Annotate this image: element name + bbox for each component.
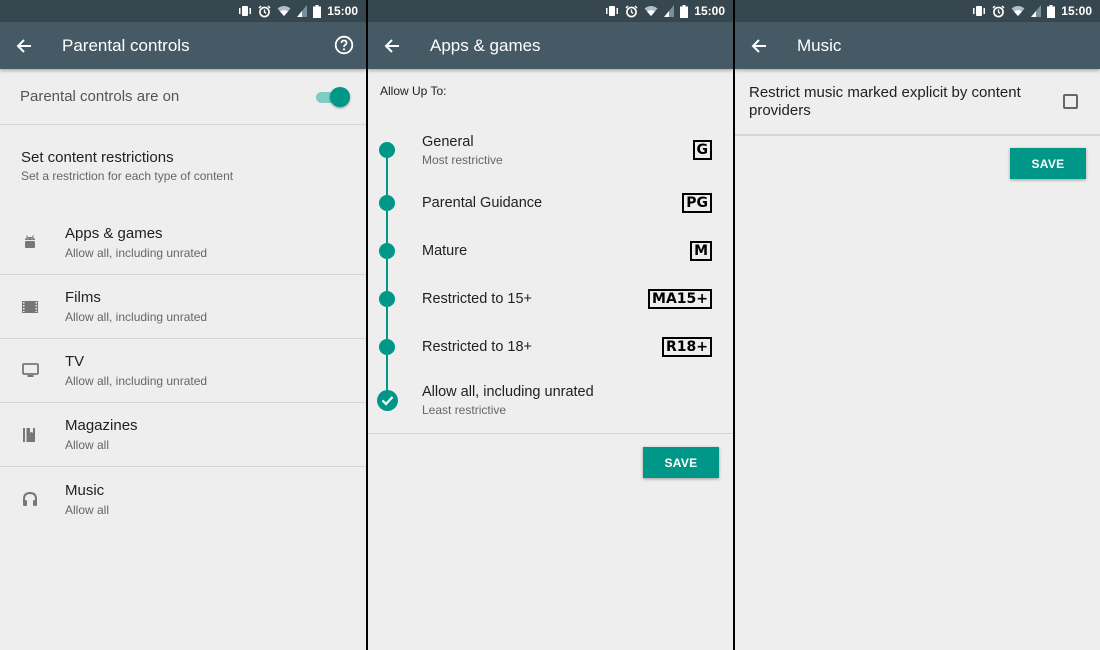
arrow-back-icon (751, 38, 766, 53)
category-apps-games[interactable]: Apps & games Allow all, including unrated (0, 211, 366, 275)
category-tv[interactable]: TV Allow all, including unrated (0, 339, 366, 403)
rating-label: Restricted to 18+ (422, 339, 533, 355)
rating-label: Allow all, including unrated (422, 383, 594, 400)
section-title: Set content restrictions (21, 149, 174, 166)
apps-games-screen: 15:00 Apps & games Allow Up To: General M… (368, 0, 733, 650)
battery-icon (1047, 4, 1056, 18)
rating-badge: MA15+ (648, 289, 712, 309)
category-label: Music (65, 481, 105, 499)
page-title: Parental controls (62, 35, 190, 55)
rating-dot (379, 243, 395, 259)
category-list: Apps & games Allow all, including unrated… (0, 211, 366, 531)
app-bar: Apps & games (368, 22, 733, 69)
headphones-icon (23, 491, 37, 506)
rating-mature[interactable]: Mature M (368, 227, 733, 275)
category-label: TV (65, 353, 85, 370)
selected-check-icon (377, 389, 398, 411)
category-label: Films (65, 289, 101, 306)
status-bar: 15:00 (368, 0, 733, 22)
android-icon (25, 234, 35, 248)
rating-label: Mature (422, 243, 468, 259)
arrow-back-icon (16, 38, 31, 53)
signal-icon (1031, 5, 1042, 17)
rating-dot (379, 291, 395, 307)
wifi-icon (644, 5, 658, 17)
switch-thumb (330, 86, 350, 107)
status-bar: 15:00 (0, 0, 366, 22)
category-value: Allow all (65, 438, 110, 452)
category-value: Allow all (65, 502, 110, 517)
alarm-icon (258, 4, 271, 18)
clock: 15:00 (1061, 4, 1092, 18)
back-button[interactable] (368, 22, 416, 69)
explicit-checkbox[interactable] (1063, 94, 1078, 109)
tv-icon (22, 363, 39, 377)
rating-dot (379, 195, 395, 211)
category-label: Magazines (65, 417, 138, 434)
category-music[interactable]: Music Allow all (0, 467, 366, 531)
page-title: Music (797, 35, 842, 55)
vibrate-icon (972, 5, 986, 17)
parental-controls-screen: 15:00 Parental controls Parental control… (0, 0, 366, 650)
music-screen: 15:00 Music Restrict music marked explic… (735, 0, 1100, 650)
rating-list: General Most restrictive G Parental Guida… (368, 121, 733, 429)
clock: 15:00 (694, 4, 725, 18)
rating-label: General (422, 133, 474, 150)
help-button[interactable] (334, 35, 354, 60)
rating-sub: Most restrictive (422, 152, 503, 167)
back-button[interactable] (735, 22, 783, 69)
rating-general[interactable]: General Most restrictive G (368, 121, 733, 179)
rating-parental-guidance[interactable]: Parental Guidance PG (368, 179, 733, 227)
save-button[interactable]: SAVE (643, 447, 719, 478)
toggle-label: Parental controls are on (20, 88, 180, 105)
app-bar: Music (735, 22, 1100, 69)
rating-restricted-18[interactable]: Restricted to 18+ R18+ (368, 323, 733, 371)
battery-icon (680, 4, 689, 18)
rating-badge: M (690, 241, 712, 261)
category-value: Allow all, including unrated (65, 374, 208, 388)
clock: 15:00 (327, 4, 358, 18)
allow-up-to-label: Allow Up To: (380, 84, 447, 98)
wifi-icon (277, 5, 291, 17)
parental-controls-toggle-row: Parental controls are on (0, 69, 366, 125)
category-magazines[interactable]: Magazines Allow all (0, 403, 366, 467)
alarm-icon (625, 4, 638, 18)
back-button[interactable] (0, 22, 48, 69)
section-subtitle: Set a restriction for each type of conte… (21, 169, 234, 183)
arrow-back-icon (384, 38, 399, 53)
wifi-icon (1011, 5, 1025, 17)
battery-icon (313, 4, 322, 18)
alarm-icon (992, 4, 1005, 18)
signal-icon (664, 5, 675, 17)
rating-label: Restricted to 15+ (422, 291, 533, 307)
vibrate-icon (605, 5, 619, 17)
signal-icon (297, 5, 308, 17)
category-value: Allow all, including unrated (65, 246, 208, 260)
rating-badge: R18+ (662, 337, 712, 357)
app-bar: Parental controls (0, 22, 366, 69)
help-circle-icon (334, 35, 354, 55)
film-icon (22, 300, 38, 313)
rating-badge: PG (682, 193, 712, 213)
content-restrictions-header: Set content restrictions Set a restricti… (0, 125, 366, 211)
page-title: Apps & games (430, 35, 541, 55)
vibrate-icon (238, 5, 252, 17)
rating-badge: G (692, 140, 712, 160)
category-films[interactable]: Films Allow all, including unrated (0, 275, 366, 339)
rating-restricted-15[interactable]: Restricted to 15+ MA15+ (368, 275, 733, 323)
rating-dot (379, 142, 395, 158)
category-value: Allow all, including unrated (65, 310, 208, 324)
rating-label: Parental Guidance (422, 195, 543, 211)
save-button[interactable]: SAVE (1010, 148, 1086, 179)
explicit-label: Restrict music marked explicit by conten… (749, 83, 1021, 119)
magazine-icon (23, 427, 35, 442)
rating-dot (379, 339, 395, 355)
parental-controls-switch[interactable] (316, 86, 350, 107)
category-label: Apps & games (65, 225, 163, 242)
status-bar: 15:00 (735, 0, 1100, 22)
explicit-restriction-row: Restrict music marked explicit by conten… (735, 69, 1100, 136)
rating-allow-all[interactable]: Allow all, including unrated Least restri… (368, 371, 733, 429)
rating-sub: Least restrictive (422, 402, 507, 417)
